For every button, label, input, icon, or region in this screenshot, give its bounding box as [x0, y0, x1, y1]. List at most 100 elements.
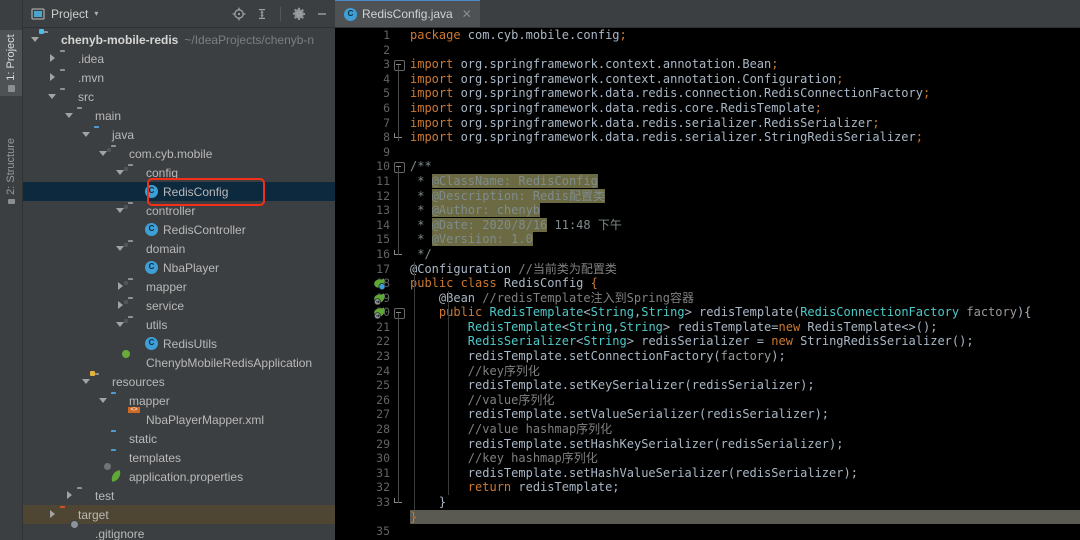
- gear-icon[interactable]: [292, 7, 306, 21]
- code-line[interactable]: RedisTemplate<String,String> redisTempla…: [410, 320, 1080, 335]
- code-line[interactable]: //key hashmap序列化: [410, 451, 1080, 466]
- code-line[interactable]: * @Date: 2020/8/16 11:48 下午: [410, 217, 1080, 233]
- tree-item-nbaplayermapper-xml[interactable]: NbaPlayerMapper.xml: [23, 410, 335, 429]
- code-line[interactable]: import org.springframework.context.annot…: [410, 57, 1080, 72]
- tree-item-static[interactable]: static: [23, 429, 335, 448]
- code-line[interactable]: * @Versiion: 1.0: [410, 232, 1080, 247]
- tree-item-redisutils[interactable]: C RedisUtils: [23, 334, 335, 353]
- code-token: @Bean: [410, 290, 483, 305]
- tree-item-application-properties[interactable]: application.properties: [23, 467, 335, 486]
- chevron-down-icon[interactable]: [65, 111, 74, 120]
- close-icon[interactable]: ✕: [462, 7, 472, 21]
- code-token: import: [410, 57, 461, 72]
- tree-item-label: src: [78, 89, 94, 104]
- editor-gutter[interactable]: 1234567891011121314151617181920212223242…: [335, 28, 392, 540]
- tree-item-config[interactable]: config: [23, 163, 335, 182]
- code-line[interactable]: import org.springframework.data.redis.co…: [410, 101, 1080, 116]
- chevron-down-icon[interactable]: [82, 377, 91, 386]
- fold-collapse-icon[interactable]: [394, 308, 405, 320]
- code-line[interactable]: import org.springframework.data.redis.se…: [410, 130, 1080, 145]
- tree-item--idea[interactable]: .idea: [23, 49, 335, 68]
- code-line[interactable]: return redisTemplate;: [410, 480, 1080, 495]
- spring-bean-gutter-icon[interactable]: [373, 306, 386, 320]
- chevron-down-icon[interactable]: [99, 396, 108, 405]
- code-view[interactable]: 1234567891011121314151617181920212223242…: [335, 28, 1080, 540]
- code-line[interactable]: /**: [410, 159, 1080, 174]
- code-line[interactable]: }: [410, 509, 1080, 525]
- tree-item-utils[interactable]: utils: [23, 315, 335, 334]
- editor-tab-redisconfig[interactable]: C RedisConfig.java ✕: [335, 0, 480, 27]
- tree-item-chenyb-mobile-redis[interactable]: chenyb-mobile-redis ~/IdeaProjects/chenyb…: [23, 30, 335, 49]
- code-line[interactable]: import org.springframework.data.redis.se…: [410, 116, 1080, 131]
- code-line[interactable]: [410, 524, 1080, 539]
- collapse-all-icon[interactable]: [255, 7, 269, 21]
- code-line[interactable]: import org.springframework.context.annot…: [410, 72, 1080, 87]
- tree-item-resources[interactable]: resources: [23, 372, 335, 391]
- code-line[interactable]: RedisSerializer<String> redisSerializer …: [410, 334, 1080, 349]
- tree-item-service[interactable]: service: [23, 296, 335, 315]
- hide-panel-icon[interactable]: [315, 7, 329, 21]
- locate-icon[interactable]: [232, 7, 246, 21]
- code-line[interactable]: }: [410, 495, 1080, 510]
- tree-item-src[interactable]: src: [23, 87, 335, 106]
- tree-item-controller[interactable]: controller: [23, 201, 335, 220]
- code-line[interactable]: redisTemplate.setKeySerializer(redisSeri…: [410, 378, 1080, 393]
- tree-item-rediscontroller[interactable]: C RedisController: [23, 220, 335, 239]
- fold-collapse-icon[interactable]: [394, 162, 405, 174]
- tree-item-mapper[interactable]: mapper: [23, 391, 335, 410]
- code-line[interactable]: [410, 145, 1080, 160]
- code-line[interactable]: public RedisTemplate<String,String> redi…: [410, 305, 1080, 320]
- code-line[interactable]: //value序列化: [410, 393, 1080, 408]
- tree-item-chenybmobileredisapplication[interactable]: ChenybMobileRedisApplication: [23, 353, 335, 372]
- tree-item-domain[interactable]: domain: [23, 239, 335, 258]
- code-line[interactable]: public class RedisConfig {: [410, 276, 1080, 291]
- code-line[interactable]: @Bean //redisTemplate注入到Spring容器: [410, 291, 1080, 306]
- code-line[interactable]: */: [410, 247, 1080, 262]
- fold-collapse-icon[interactable]: [394, 60, 405, 72]
- code-line[interactable]: [410, 43, 1080, 58]
- code-line[interactable]: redisTemplate.setHashKeySerializer(redis…: [410, 437, 1080, 452]
- code-line[interactable]: redisTemplate.setValueSerializer(redisSe…: [410, 407, 1080, 422]
- code-line[interactable]: redisTemplate.setHashValueSerializer(red…: [410, 466, 1080, 481]
- code-line[interactable]: * @Author: chenyb: [410, 203, 1080, 218]
- spring-bean-gutter-icon[interactable]: [373, 277, 386, 291]
- code-line[interactable]: @Configuration //当前类为配置类: [410, 262, 1080, 277]
- project-tree[interactable]: chenyb-mobile-redis ~/IdeaProjects/chenyb…: [23, 28, 335, 540]
- code-line[interactable]: * @ClassName: RedisConfig: [410, 173, 1080, 189]
- spring-bean-gutter-icon[interactable]: [373, 292, 386, 306]
- tree-item-redisconfig[interactable]: C RedisConfig: [23, 182, 335, 201]
- tree-item-mapper[interactable]: mapper: [23, 277, 335, 296]
- tree-item-com-cyb-mobile[interactable]: com.cyb.mobile: [23, 144, 335, 163]
- chevron-down-icon[interactable]: [31, 35, 40, 44]
- code-line[interactable]: redisTemplate.setConnectionFactory(facto…: [410, 349, 1080, 364]
- code-token: *: [410, 173, 432, 188]
- tool-button-structure[interactable]: 2: Structure: [0, 138, 22, 204]
- code-line[interactable]: import org.springframework.data.redis.co…: [410, 86, 1080, 101]
- fold-column[interactable]: [392, 28, 406, 540]
- chevron-down-icon[interactable]: [82, 130, 91, 139]
- code-line[interactable]: //key序列化: [410, 364, 1080, 379]
- code-line[interactable]: * @Description: Redis配置类: [410, 188, 1080, 204]
- chevron-down-icon[interactable]: ▾: [94, 9, 98, 18]
- code-line[interactable]: //value hashmap序列化: [410, 422, 1080, 437]
- code-token: //key序列化: [467, 363, 540, 378]
- tree-item--gitignore[interactable]: .gitignore: [23, 524, 335, 540]
- chevron-right-icon[interactable]: [48, 54, 57, 63]
- tree-item-templates[interactable]: templates: [23, 448, 335, 467]
- code-content[interactable]: package com.cyb.mobile.config; import or…: [406, 28, 1080, 540]
- chevron-right-icon[interactable]: [65, 491, 74, 500]
- tree-item-java[interactable]: java: [23, 125, 335, 144]
- tree-item-test[interactable]: test: [23, 486, 335, 505]
- tree-item--mvn[interactable]: .mvn: [23, 68, 335, 87]
- editor-tab-bar: C RedisConfig.java ✕: [335, 0, 1080, 28]
- code-line[interactable]: package com.cyb.mobile.config;: [410, 28, 1080, 43]
- tree-item-main[interactable]: main: [23, 106, 335, 125]
- chevron-right-icon[interactable]: [48, 73, 57, 82]
- code-token: org.springframework.data.redis.serialize…: [460, 115, 873, 130]
- chevron-down-icon[interactable]: [48, 92, 57, 101]
- project-panel-title: Project: [51, 6, 89, 21]
- tree-item-nbaplayer[interactable]: C NbaPlayer: [23, 258, 335, 277]
- chevron-right-icon[interactable]: [48, 510, 57, 519]
- tool-button-project[interactable]: 1: Project: [0, 30, 22, 96]
